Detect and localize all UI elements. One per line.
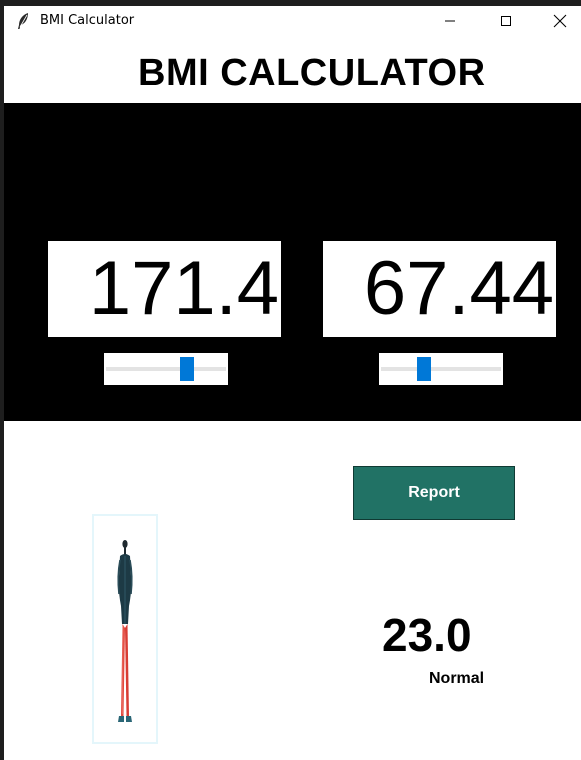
report-button[interactable]: Report xyxy=(353,466,515,520)
weight-display[interactable]: 67.44 xyxy=(323,241,556,337)
minimize-icon xyxy=(445,20,455,22)
window-title: BMI Calculator xyxy=(40,13,135,28)
maximize-button[interactable] xyxy=(483,6,529,36)
bmi-value: 23.0 xyxy=(382,609,472,661)
bmi-category: Normal xyxy=(429,670,485,687)
body-figure-image xyxy=(92,514,158,744)
page-title: BMI CALCULATOR xyxy=(138,52,486,94)
height-value: 171.4 xyxy=(88,246,279,331)
weight-value: 67.44 xyxy=(363,246,554,331)
height-display[interactable]: 171.4 xyxy=(48,241,281,337)
maximize-icon xyxy=(501,16,511,26)
height-slider[interactable] xyxy=(104,353,228,385)
close-button[interactable] xyxy=(537,6,581,36)
app-window: BMI Calculator BMI CALCULATOR 171.4 67.4… xyxy=(4,6,581,760)
person-figure-icon xyxy=(117,540,133,722)
weight-slider-track[interactable] xyxy=(381,367,501,371)
title-bar[interactable]: BMI Calculator xyxy=(4,6,581,36)
feather-icon xyxy=(16,12,30,30)
height-slider-thumb[interactable] xyxy=(180,357,195,381)
weight-slider-thumb[interactable] xyxy=(417,357,432,381)
minimize-button[interactable] xyxy=(427,6,473,36)
weight-slider[interactable] xyxy=(379,353,503,385)
close-icon xyxy=(553,14,567,28)
input-panel: 171.4 67.44 xyxy=(4,103,581,421)
height-slider-track[interactable] xyxy=(106,367,226,371)
